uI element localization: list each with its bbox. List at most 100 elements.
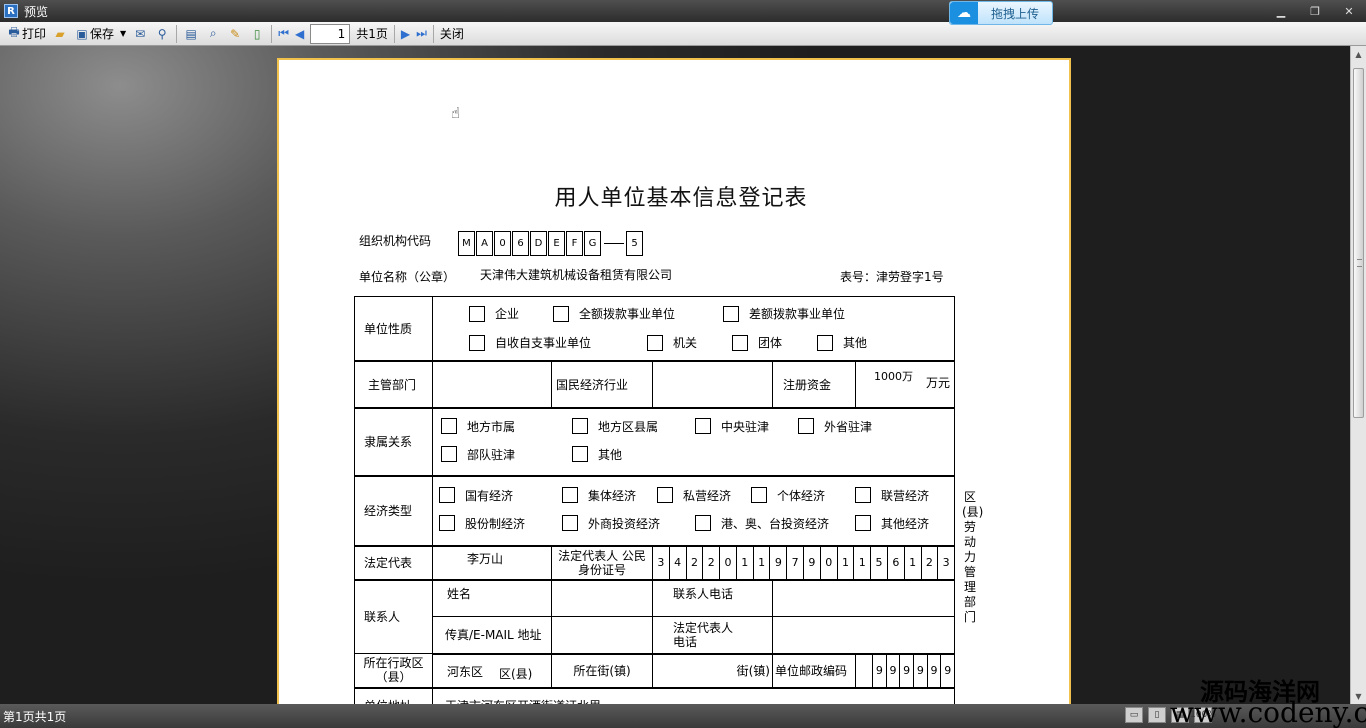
checkbox-other[interactable]: 其他: [817, 334, 867, 351]
org-code-cell: 0: [494, 231, 511, 256]
export-button[interactable]: ▯: [246, 24, 268, 44]
close-window-icon[interactable]: ✕: [1332, 0, 1366, 22]
scrollbar-thumb[interactable]: [1353, 68, 1364, 418]
checkbox-diff-funded[interactable]: 差额拨款事业单位: [723, 305, 845, 322]
pencil-icon: ✎: [230, 26, 241, 41]
drag-upload-button[interactable]: ☁ 拖拽上传: [949, 1, 1053, 25]
single-page-view-icon[interactable]: ▭: [1125, 707, 1143, 723]
checkbox-label: 其他: [843, 336, 868, 351]
checkbox-state[interactable]: 国有经济: [439, 487, 513, 504]
checkbox-affil-other[interactable]: 其他: [572, 446, 622, 463]
preview-viewport[interactable]: ☝ 用人单位基本信息登记表 组织机构代码 M A 0 6 D E F G 5 单…: [0, 46, 1350, 704]
postcode-digits: 9 9 9 9 9 9: [872, 654, 954, 687]
window-title: 预览: [24, 4, 49, 19]
name-label: 姓名: [432, 579, 552, 617]
checkbox-label: 自收自支事业单位: [495, 336, 592, 351]
save-dropdown-arrow-icon[interactable]: ▼: [120, 29, 126, 38]
id-digit: 4: [670, 546, 687, 579]
two-page-view-icon[interactable]: ▯: [1148, 707, 1166, 723]
capital-cell: 1000万 万元: [854, 360, 956, 409]
form-number: 表号：津劳登字1号: [840, 270, 944, 284]
checkbox-hk-macau-tw[interactable]: 港、奥、台投资经济: [695, 515, 829, 532]
scroll-up-icon[interactable]: ▲: [1351, 46, 1366, 62]
postcode-digit: 9: [928, 654, 942, 687]
fax-email-value: [551, 616, 653, 655]
page-info: 第1页共1页: [3, 709, 67, 724]
page-number-input[interactable]: [310, 23, 351, 44]
checkbox-enterprise[interactable]: 企业: [469, 305, 519, 322]
org-code-label: 组织机构代码: [359, 234, 432, 248]
binoculars-icon: ⚲: [157, 26, 167, 41]
document-icon: ▯: [253, 26, 261, 41]
org-code-cell: G: [584, 231, 601, 256]
id-digit: 9: [770, 546, 788, 579]
floppy-disk-icon: ▣: [76, 26, 88, 41]
checkbox-shareholding[interactable]: 股份制经济: [439, 515, 525, 532]
next-page-button[interactable]: ▶: [398, 24, 413, 44]
checkbox-full-funded[interactable]: 全额拨款事业单位: [553, 305, 675, 322]
open-button[interactable]: ▰: [49, 24, 71, 44]
econ-type-options: 国有经济 集体经济 私营经济 个体经济 联营经济 股份制经济 外商投资经济 港、…: [431, 475, 956, 547]
folder-open-icon: ▰: [55, 26, 65, 41]
district-label: 所在行政区（县）: [354, 653, 433, 689]
id-digit: 9: [804, 546, 821, 579]
page-title: 用人单位基本信息登记表: [554, 186, 808, 211]
table-row: 单位地址 天津市河东区开洒街道证北里: [354, 687, 956, 704]
email-button[interactable]: ✉: [129, 24, 151, 44]
checkbox-label: 全额拨款事业单位: [579, 307, 676, 322]
save-button[interactable]: ▣ 保存 ▼: [71, 24, 129, 44]
thumb-grip: [1357, 259, 1362, 267]
checkbox-label: 机关: [673, 336, 698, 351]
checkbox-self-funded[interactable]: 自收自支事业单位: [469, 334, 591, 351]
last-page-button[interactable]: ⏭: [413, 24, 430, 44]
zoom-button[interactable]: ⌕: [202, 24, 224, 44]
table-row: 所在行政区（县） 河东区 区(县) 所在街(镇) 街(镇) 单位邮政编码 9 9…: [354, 653, 956, 689]
checkbox-foreign[interactable]: 外商投资经济: [562, 515, 660, 532]
nature-options: 企业 全额拨款事业单位 差额拨款事业单位 自收自支事业单位 机关 团体 其他: [431, 296, 956, 362]
checkbox-private[interactable]: 私营经济: [657, 487, 731, 504]
id-digit: 1: [905, 546, 922, 579]
checkbox-joint[interactable]: 联营经济: [855, 487, 929, 504]
minimize-icon[interactable]: ▁: [1264, 0, 1298, 22]
table-row: 联系人 姓名 联系人电话: [354, 579, 956, 654]
checkbox-city[interactable]: 地方市属: [441, 418, 515, 435]
postcode-digit: 9: [887, 654, 901, 687]
window-controls: ▁ ❐ ✕: [1264, 0, 1366, 22]
id-digit: 2: [703, 546, 721, 579]
checkbox-econ-other[interactable]: 其他经济: [855, 515, 929, 532]
checkbox-label: 个体经济: [777, 488, 826, 503]
checkbox-individual[interactable]: 个体经济: [751, 487, 825, 504]
org-code-boxes: M A 0 6 D E F G 5: [458, 231, 644, 256]
address-label: 单位地址: [354, 687, 433, 704]
prev-page-button[interactable]: ◀: [292, 24, 307, 44]
checkbox-military[interactable]: 部队驻津: [441, 446, 515, 463]
checkbox-district[interactable]: 地方区县属: [572, 418, 658, 435]
status-bar: 第1页共1页 ▭ ▯ ▦ 100%: [0, 704, 1366, 728]
vertical-scrollbar[interactable]: ▲ ▼: [1350, 46, 1366, 704]
close-preview-button[interactable]: 关闭: [437, 24, 467, 44]
dept-label: 主管部门: [354, 360, 433, 409]
print-label: 打印: [22, 27, 47, 41]
printer-icon: 🖶: [8, 25, 20, 39]
edit-button[interactable]: ✎: [224, 24, 246, 44]
checkbox-collective[interactable]: 集体经济: [562, 487, 636, 504]
checkbox-group[interactable]: 团体: [732, 334, 782, 351]
maximize-icon[interactable]: ❐: [1298, 0, 1332, 22]
table-row: 法定代表 李万山 法定代表人 公民身份证号 3 4 2 2 0 1 1 9 7 …: [354, 545, 956, 581]
id-digit: 1: [754, 546, 771, 579]
checkbox-central[interactable]: 中央驻津: [695, 418, 769, 435]
checkbox-other-province[interactable]: 外省驻津: [798, 418, 872, 435]
first-page-button[interactable]: ⏮: [275, 24, 292, 44]
checkbox-government[interactable]: 机关: [647, 334, 697, 351]
checkbox-label: 中央驻津: [721, 419, 770, 434]
find-button[interactable]: ⚲: [151, 24, 173, 44]
table-row: 隶属关系 地方市属 地方区县属 中央驻津 外省驻津 部队驻津 其他: [354, 407, 956, 477]
postcode-cells: 9 9 9 9 9 9: [854, 653, 956, 689]
econ-type-label: 经济类型: [354, 475, 433, 547]
save-label: 保存: [90, 27, 115, 41]
table-row: 传真/E-MAIL 地址 法定代表人 电话: [355, 616, 956, 655]
page-setup-button[interactable]: ▤: [180, 24, 202, 44]
capital-unit: 万元: [926, 375, 951, 390]
id-digit: 0: [720, 546, 737, 579]
print-button[interactable]: 🖶 打印: [3, 24, 49, 44]
